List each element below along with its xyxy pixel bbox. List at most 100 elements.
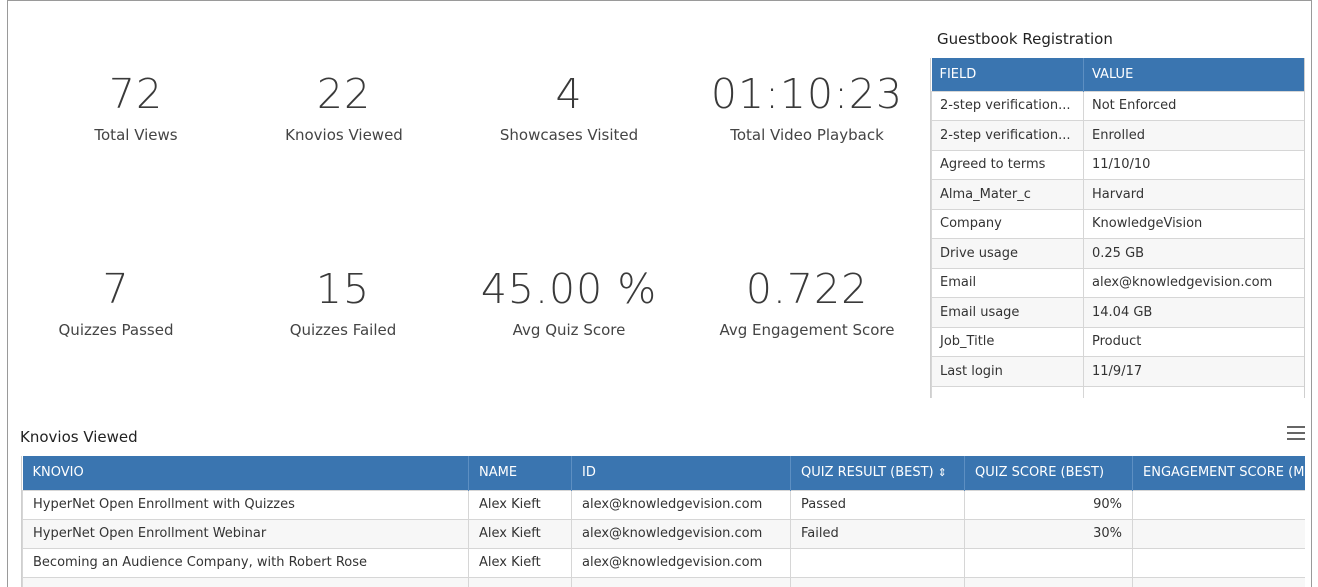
table-row <box>931 385 1304 398</box>
column-header-engagement-score[interactable]: ENGAGEMENT SCORE (M <box>1132 456 1305 490</box>
name-cell: Alex Kieft <box>468 518 572 549</box>
value-cell <box>1083 385 1304 398</box>
sort-icon[interactable]: ⇕ <box>938 466 947 479</box>
knovio-cell: HyperNet Open Enrollment with Quizzes <box>22 489 469 520</box>
value-cell: Not Enforced <box>1083 90 1304 121</box>
table-row[interactable]: Becoming an Audience Company, with Rober… <box>22 547 1305 578</box>
stat-label: Quizzes Passed <box>58 321 174 339</box>
field-cell: Agreed to terms <box>931 149 1084 180</box>
table-row: Email alex@knowledgevision.com <box>931 267 1304 298</box>
value-cell: 0.25 GB <box>1083 238 1304 269</box>
value-cell: Harvard <box>1083 179 1304 210</box>
id-cell: alex@knowledgevision.com <box>571 489 791 520</box>
knovio-cell <box>22 576 469 587</box>
stat-value: 7 <box>102 265 130 313</box>
table-row: 2-step verification... Enrolled <box>931 120 1304 151</box>
value-cell: 11/10/10 <box>1083 149 1304 180</box>
table-row: Last login 11/9/17 <box>931 356 1304 387</box>
stat-label: Avg Engagement Score <box>719 321 895 339</box>
value-cell: alex@knowledgevision.com <box>1083 267 1304 298</box>
table-row: Company KnowledgeVision <box>931 208 1304 239</box>
stat-value: 22 <box>316 70 372 118</box>
field-cell: 2-step verification... <box>931 90 1084 121</box>
stat-label: Avg Quiz Score <box>512 321 626 339</box>
value-cell: KnowledgeVision <box>1083 208 1304 239</box>
column-header-value[interactable]: VALUE <box>1083 58 1304 91</box>
name-cell: Alex Kieft <box>468 547 572 578</box>
column-header-quiz-score[interactable]: QUIZ SCORE (BEST) <box>964 456 1133 490</box>
guestbook-table: FIELD VALUE 2-step verification... Not En… <box>931 58 1304 398</box>
quiz-score-cell <box>964 576 1133 587</box>
value-cell: Product <box>1083 326 1304 357</box>
field-cell: Drive usage <box>931 238 1084 269</box>
stat-avg-engagement-score: 0.722 Avg Engagement Score <box>697 265 917 339</box>
column-header-knovio[interactable]: KNOVIO <box>22 456 469 490</box>
table-row[interactable]: HyperNet Open Enrollment Webinar Alex Ki… <box>22 518 1305 549</box>
guestbook-title: Guestbook Registration <box>937 30 1113 48</box>
stat-total-video-playback: 01:10:23 Total Video Playback <box>697 70 917 144</box>
table-row: Drive usage 0.25 GB <box>931 238 1304 269</box>
quiz-result-cell: Failed <box>790 518 965 549</box>
stat-avg-quiz-score: 45.00 % Avg Quiz Score <box>459 265 679 339</box>
field-cell: Last login <box>931 356 1084 387</box>
column-header-id[interactable]: ID <box>571 456 791 490</box>
knovio-cell: Becoming an Audience Company, with Rober… <box>22 547 469 578</box>
engagement-score-cell <box>1132 576 1305 587</box>
quiz-result-cell <box>790 547 965 578</box>
quiz-result-cell: Passed <box>790 489 965 520</box>
table-row: Email usage 14.04 GB <box>931 297 1304 328</box>
table-row: Agreed to terms 11/10/10 <box>931 149 1304 180</box>
stat-quizzes-failed: 15 Quizzes Failed <box>233 265 453 339</box>
column-header-quiz-result[interactable]: QUIZ RESULT (BEST) ⇕ <box>790 456 965 490</box>
quiz-score-cell: 30% <box>964 518 1133 549</box>
id-cell: alex@knowledgevision.com <box>571 518 791 549</box>
stat-value: 15 <box>315 265 371 313</box>
quiz-score-cell: 90% <box>964 489 1133 520</box>
stat-total-views: 72 Total Views <box>26 70 246 144</box>
table-row[interactable]: HyperNet Open Enrollment with Quizzes Al… <box>22 489 1305 520</box>
stat-label: Knovios Viewed <box>285 126 403 144</box>
quiz-result-cell <box>790 576 965 587</box>
stat-knovios-viewed: 22 Knovios Viewed <box>234 70 454 144</box>
stat-value: 72 <box>108 70 164 118</box>
stat-value: 01:10:23 <box>710 70 904 118</box>
column-header-name[interactable]: NAME <box>468 456 572 490</box>
stat-showcases-visited: 4 Showcases Visited <box>459 70 679 144</box>
engagement-score-cell <box>1132 518 1305 549</box>
field-cell: 2-step verification... <box>931 120 1084 151</box>
field-cell: Email usage <box>931 297 1084 328</box>
table-row: Alma_Mater_c Harvard <box>931 179 1304 210</box>
stat-label: Quizzes Failed <box>289 321 397 339</box>
value-cell: 14.04 GB <box>1083 297 1304 328</box>
stat-label: Total Views <box>94 126 178 144</box>
table-row[interactable] <box>22 576 1305 587</box>
engagement-score-cell <box>1132 547 1305 578</box>
stat-value: 4 <box>555 70 583 118</box>
knovios-table-scroll[interactable]: KNOVIO NAME ID QUIZ RESULT (BEST) ⇕ QUIZ … <box>21 456 1305 587</box>
field-cell: Company <box>931 208 1084 239</box>
stat-label: Total Video Playback <box>730 126 884 144</box>
stat-value: 45.00 % <box>480 265 658 313</box>
value-cell: 11/9/17 <box>1083 356 1304 387</box>
value-cell: Enrolled <box>1083 120 1304 151</box>
field-cell: Alma_Mater_c <box>931 179 1084 210</box>
knovio-cell: HyperNet Open Enrollment Webinar <box>22 518 469 549</box>
id-cell <box>571 576 791 587</box>
field-cell: Job_Title <box>931 326 1084 357</box>
name-cell: Alex Kieft <box>468 489 572 520</box>
stat-value: 0.722 <box>745 265 869 313</box>
field-cell: Email <box>931 267 1084 298</box>
column-header-field[interactable]: FIELD <box>931 58 1084 91</box>
guestbook-table-scroll[interactable]: FIELD VALUE 2-step verification... Not En… <box>930 58 1305 398</box>
hamburger-menu-icon[interactable] <box>1287 426 1305 440</box>
quiz-score-cell <box>964 547 1133 578</box>
stat-quizzes-passed: 7 Quizzes Passed <box>6 265 226 339</box>
id-cell: alex@knowledgevision.com <box>571 547 791 578</box>
table-row: Job_Title Product <box>931 326 1304 357</box>
stat-label: Showcases Visited <box>499 126 639 144</box>
knovios-viewed-title: Knovios Viewed <box>20 428 138 446</box>
knovios-table: KNOVIO NAME ID QUIZ RESULT (BEST) ⇕ QUIZ … <box>22 456 1305 587</box>
column-header-label: QUIZ RESULT (BEST) <box>801 465 934 481</box>
name-cell <box>468 576 572 587</box>
engagement-score-cell <box>1132 489 1305 520</box>
